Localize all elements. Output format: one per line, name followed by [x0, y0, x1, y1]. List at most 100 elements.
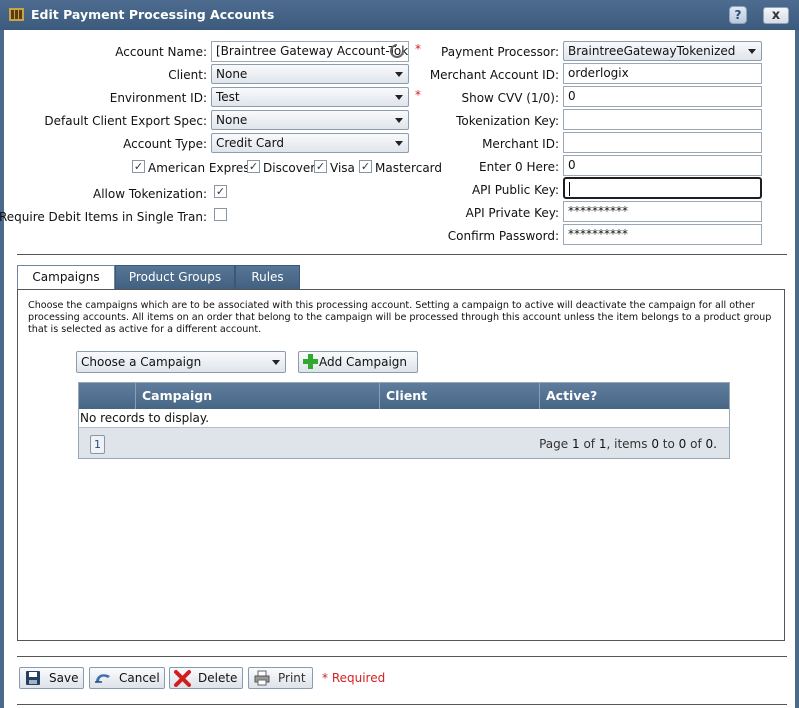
environment-id-select[interactable]: Test: [211, 87, 409, 107]
api-public-key-input[interactable]: [563, 177, 762, 199]
api-public-key-label: API Public Key:: [471, 183, 559, 197]
chevron-down-icon: [395, 141, 403, 146]
no-records-message: No records to display.: [80, 411, 210, 425]
delete-button[interactable]: Delete: [169, 667, 243, 689]
account-type-label: Account Type:: [123, 137, 207, 151]
window-title: Edit Payment Processing Accounts: [31, 7, 275, 22]
payment-processor-label: Payment Processor:: [441, 45, 559, 59]
tab-campaigns[interactable]: Campaigns: [17, 265, 115, 290]
default-client-export-spec-label: Default Client Export Spec:: [44, 114, 207, 128]
chevron-down-icon: [395, 118, 403, 123]
discover-label: Discover: [263, 161, 316, 175]
confirm-password-input[interactable]: **********: [563, 224, 762, 245]
footer-divider-bottom: [17, 704, 787, 705]
add-campaign-button[interactable]: Add Campaign: [298, 351, 418, 373]
show-cvv-label: Show CVV (1/0):: [461, 91, 559, 105]
confirm-password-label: Confirm Password:: [447, 229, 559, 243]
pager-page-label: Page: [539, 437, 569, 451]
client-label: Client:: [168, 68, 207, 82]
add-campaign-label: Add Campaign: [319, 355, 407, 369]
pager-of2-label: of: [690, 437, 702, 451]
show-cvv-input[interactable]: 0: [563, 86, 762, 107]
chevron-down-icon: [395, 72, 403, 77]
campaigns-description: Choose the campaigns which are to be ass…: [28, 300, 772, 335]
pager-to-label: to: [662, 437, 675, 451]
section-divider: [17, 254, 787, 255]
delete-x-icon: [174, 670, 191, 687]
campaigns-panel: [17, 289, 785, 641]
tab-product-groups[interactable]: Product Groups: [115, 265, 235, 290]
pager-items-label: , items: [606, 437, 648, 451]
tab-rules[interactable]: Rules: [235, 265, 300, 290]
help-button[interactable]: ?: [729, 6, 747, 24]
allow-tokenization-label: Allow Tokenization:: [92, 187, 207, 201]
required-note: * Required: [322, 671, 386, 685]
cancel-button[interactable]: Cancel: [89, 667, 165, 689]
choose-campaign-select[interactable]: Choose a Campaign: [76, 351, 286, 373]
print-button[interactable]: Print: [248, 667, 313, 689]
cancel-label: Cancel: [119, 671, 160, 685]
grid-pager: 1 Page 1 of 1, items 0 to 0 of 0.: [79, 427, 729, 458]
app-icon: [9, 8, 24, 21]
merchant-id-label: Merchant ID:: [482, 137, 559, 151]
tokenization-key-input[interactable]: [563, 109, 762, 130]
window-titlebar: Edit Payment Processing Accounts ? x: [0, 0, 799, 30]
merchant-id-input[interactable]: [563, 132, 762, 153]
campaigns-grid: Campaign Client Active? No records to di…: [78, 382, 730, 459]
printer-icon: [254, 670, 270, 686]
visa-label: Visa: [330, 161, 355, 175]
merchant-account-id-input[interactable]: orderlogix: [563, 63, 762, 84]
api-private-key-label: API Private Key:: [465, 206, 559, 220]
pager-total: 0.: [705, 437, 717, 451]
account-name-input[interactable]: [Braintree Gateway Account-Tokenized]: [211, 41, 409, 62]
column-active[interactable]: Active?: [539, 383, 729, 409]
american-express-label: American Express: [148, 161, 256, 175]
allow-tokenization-checkbox[interactable]: ✓: [214, 185, 227, 198]
save-icon: [26, 671, 40, 685]
chevron-down-icon: [395, 95, 403, 100]
enter-0-here-label: Enter 0 Here:: [479, 160, 559, 174]
choose-campaign-value: Choose a Campaign: [81, 355, 202, 369]
undo-icon: [95, 674, 110, 683]
window-border-right: [795, 30, 799, 708]
print-label: Print: [278, 671, 306, 685]
payment-processor-select[interactable]: BraintreeGatewayTokenized: [563, 41, 762, 61]
visa-checkbox[interactable]: ✓: [314, 160, 327, 173]
plus-icon: [303, 354, 318, 369]
payment-processor-value: BraintreeGatewayTokenized: [568, 44, 736, 58]
loading-spinner-icon: [390, 44, 404, 58]
grid-header: Campaign Client Active?: [79, 383, 729, 409]
environment-id-label: Environment ID:: [109, 91, 207, 105]
delete-label: Delete: [198, 671, 238, 685]
account-type-value: Credit Card: [216, 136, 284, 150]
close-button[interactable]: x: [763, 7, 789, 24]
required-asterisk: *: [415, 42, 421, 56]
account-name-label: Account Name:: [115, 45, 207, 59]
mastercard-label: Mastercard: [375, 161, 443, 175]
column-campaign[interactable]: Campaign: [135, 383, 379, 409]
client-select[interactable]: None: [211, 64, 409, 84]
save-label: Save: [49, 671, 79, 685]
text-cursor: [569, 181, 570, 196]
default-client-export-spec-select[interactable]: None: [211, 110, 409, 130]
american-express-checkbox[interactable]: ✓: [132, 160, 145, 173]
window-border-left: [0, 30, 4, 708]
footer-divider-top: [17, 656, 787, 657]
merchant-account-id-label: Merchant Account ID:: [429, 68, 559, 82]
page-1-button[interactable]: 1: [90, 435, 105, 454]
pager-page: 1: [571, 437, 580, 451]
default-client-export-spec-value: None: [216, 113, 248, 127]
account-type-select[interactable]: Credit Card: [211, 133, 409, 153]
save-button[interactable]: Save: [19, 667, 84, 689]
api-private-key-input[interactable]: **********: [563, 201, 762, 222]
tokenization-key-label: Tokenization Key:: [456, 114, 559, 128]
discover-checkbox[interactable]: ✓: [247, 160, 260, 173]
enter-0-here-input[interactable]: 0: [563, 155, 762, 176]
mastercard-checkbox[interactable]: ✓: [359, 160, 372, 173]
column-client[interactable]: Client: [379, 383, 539, 409]
required-asterisk: *: [415, 88, 421, 102]
pager-to: 0: [678, 437, 687, 451]
require-debit-items-checkbox[interactable]: [214, 208, 227, 221]
environment-id-value: Test: [216, 90, 240, 104]
require-debit-items-label: Require Debit Items in Single Tran:: [0, 210, 207, 224]
